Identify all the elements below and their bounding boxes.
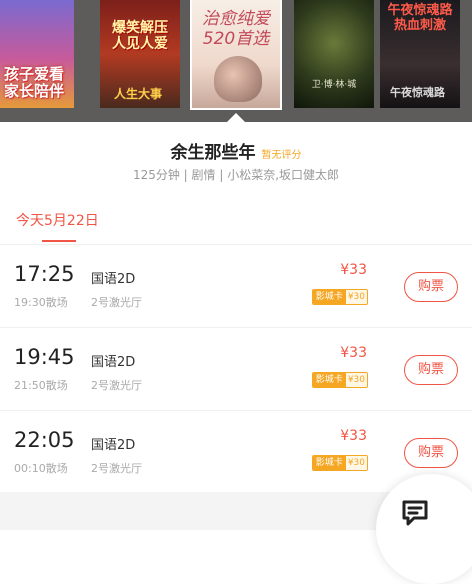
member-card-price: 影城卡 ¥30 [311, 372, 368, 388]
poster-carousel[interactable]: 孩子爱看 家长陪伴 爆笑解压 人见人爱 人生大事 治愈纯爱 520首选 卫·博·… [0, 0, 472, 122]
selected-poster-caret [227, 113, 245, 122]
tab-date-today[interactable]: 今天5月22日 [16, 210, 99, 230]
showtime-start: 22:05 [14, 428, 75, 452]
showtime-language: 国语2D [91, 355, 136, 370]
row-divider [0, 327, 472, 328]
showtime-hall: 2号激光厅 [91, 296, 142, 309]
movie-rating: 暂无评分 [261, 150, 302, 161]
showtime-start: 17:25 [14, 262, 75, 286]
showtime-end: 21:50散场 [14, 379, 68, 392]
divider [0, 244, 472, 245]
poster-5[interactable]: 午夜惊魂路 热血刺激 午夜惊魂路 [380, 0, 460, 108]
poster-5-text: 午夜惊魂路 热血刺激 [387, 3, 453, 33]
row-divider [0, 410, 472, 411]
buy-ticket-button[interactable]: 购票 [404, 438, 458, 468]
buy-ticket-button[interactable]: 购票 [404, 355, 458, 385]
showtime-row[interactable]: 19:45 21:50散场 国语2D 2号激光厅 ¥33 影城卡 ¥30 购票 [0, 345, 472, 427]
showtime-hall: 2号激光厅 [91, 462, 142, 475]
card-label: 影城卡 [312, 456, 346, 470]
movie-title-row: 余生那些年 暂无评分 [0, 138, 472, 163]
poster-4[interactable]: 卫·博·林·城 [294, 0, 374, 108]
member-card-price: 影城卡 ¥30 [311, 455, 368, 471]
showtime-price: ¥33 [340, 428, 367, 444]
card-price: ¥30 [345, 373, 367, 387]
poster-3-text: 治愈纯爱 520首选 [202, 9, 270, 49]
showtime-language: 国语2D [91, 272, 136, 287]
poster-1[interactable]: 孩子爱看 家长陪伴 [0, 0, 74, 108]
buy-ticket-button[interactable]: 购票 [404, 272, 458, 302]
movie-meta: 125分钟 | 剧情 | 小松菜奈,坂口健太郎 [132, 168, 340, 182]
poster-2[interactable]: 爆笑解压 人见人爱 人生大事 [100, 0, 180, 108]
member-card-price: 影城卡 ¥30 [311, 289, 368, 305]
card-label: 影城卡 [312, 373, 346, 387]
showtime-end: 00:10散场 [14, 462, 68, 475]
poster-2-text: 爆笑解压 人见人爱 [112, 20, 168, 53]
edit-note-icon [402, 500, 428, 526]
showtime-language: 国语2D [91, 438, 136, 453]
poster-1-text: 孩子爱看 家长陪伴 [3, 64, 64, 100]
poster-3-selected[interactable]: 治愈纯爱 520首选 [190, 0, 282, 110]
movie-title: 余生那些年 [170, 143, 256, 163]
showtime-price: ¥33 [340, 345, 367, 361]
showtime-row[interactable]: 17:25 19:30散场 国语2D 2号激光厅 ¥33 影城卡 ¥30 购票 [0, 262, 472, 344]
card-label: 影城卡 [312, 290, 346, 304]
poster-4-text: 卫·博·林·城 [311, 79, 357, 90]
showtime-end: 19:30散场 [14, 296, 68, 309]
floating-action-button[interactable] [376, 474, 472, 584]
card-price: ¥30 [345, 290, 367, 304]
poster-2-subtext: 人生大事 [114, 87, 163, 101]
showtime-price: ¥33 [340, 262, 367, 278]
card-price: ¥30 [345, 456, 367, 470]
poster-3-image [214, 56, 262, 102]
date-tab-indicator [42, 240, 76, 242]
showtime-hall: 2号激光厅 [91, 379, 142, 392]
poster-5-subtext: 午夜惊魂路 [390, 86, 445, 99]
showtime-start: 19:45 [14, 345, 75, 369]
